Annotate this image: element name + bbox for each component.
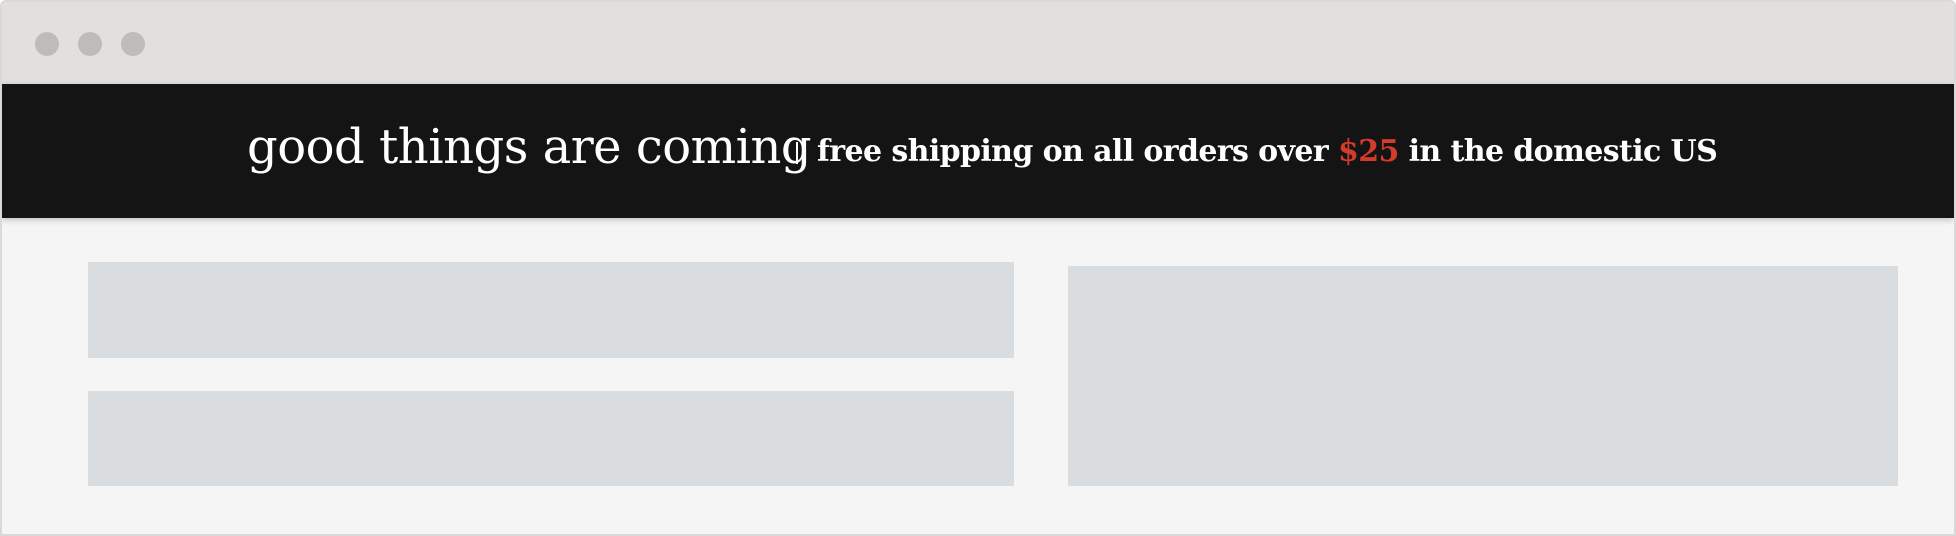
- banner-separator: [796, 142, 798, 164]
- promo-price: $25: [1337, 134, 1399, 169]
- window-minimize-button[interactable]: [78, 32, 102, 56]
- promo-suffix: in the domestic US: [1398, 134, 1718, 169]
- shipping-promo-text: free shipping on all orders over $25 in …: [817, 132, 1718, 172]
- content-placeholder-right: [1068, 266, 1898, 486]
- promo-prefix: free shipping on all orders over: [817, 134, 1338, 169]
- window-titlebar: [2, 2, 1954, 84]
- content-placeholder-left-top: [88, 262, 1014, 358]
- content-placeholder-left-bottom: [88, 391, 1014, 486]
- browser-window: good things are coming free shipping on …: [0, 0, 1956, 536]
- window-maximize-button[interactable]: [121, 32, 145, 56]
- banner-tagline: good things are coming: [247, 119, 812, 175]
- announcement-banner: good things are coming free shipping on …: [2, 84, 1954, 218]
- window-close-button[interactable]: [35, 32, 59, 56]
